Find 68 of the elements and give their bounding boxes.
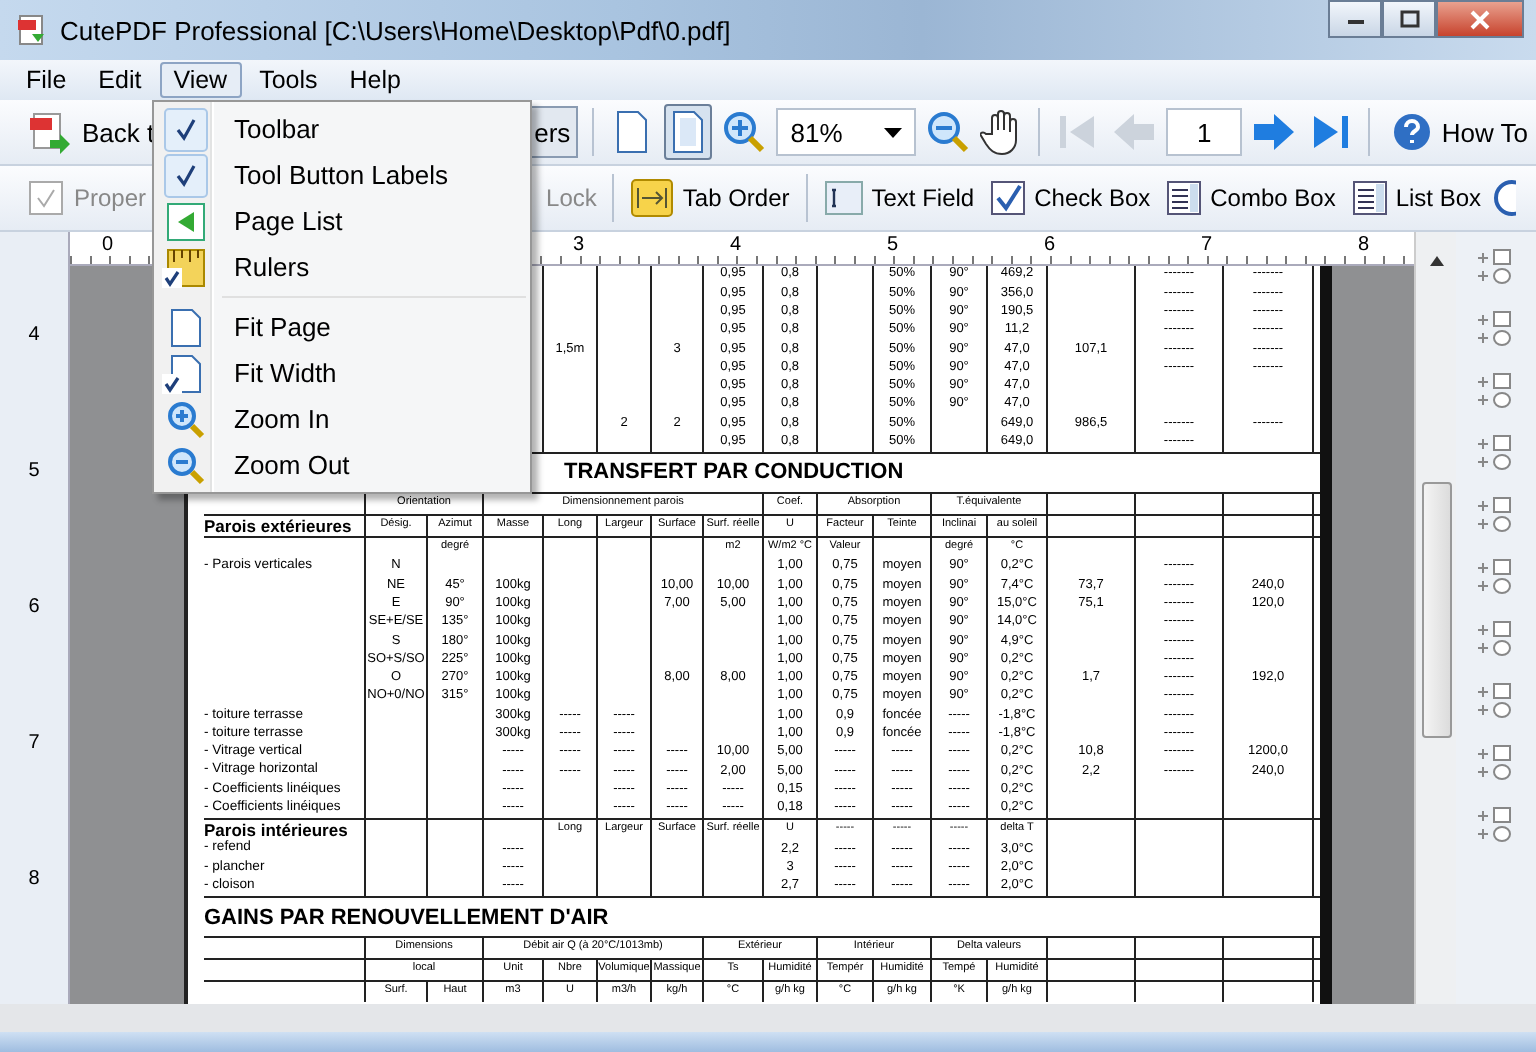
ruler-number: 8 bbox=[28, 868, 40, 895]
page-icon bbox=[614, 110, 651, 154]
menu-item[interactable]: Edit bbox=[84, 62, 156, 98]
menu-item[interactable]: File bbox=[12, 62, 81, 98]
check-box-tool-button[interactable]: Check Box bbox=[984, 174, 1157, 222]
minimize-button[interactable] bbox=[1328, 0, 1382, 38]
tab-order-icon bbox=[630, 176, 675, 220]
checkbox-icon bbox=[26, 178, 66, 218]
ruler-number: 0 bbox=[102, 234, 114, 256]
page-icon bbox=[670, 110, 707, 154]
page-icon bbox=[170, 307, 202, 347]
continuous-page-button[interactable] bbox=[664, 104, 713, 160]
next-page-button[interactable] bbox=[1249, 110, 1298, 154]
section-heading: GAINS PAR RENOUVELLEMENT D'AIR bbox=[204, 905, 609, 930]
zoom-out-icon bbox=[166, 445, 206, 485]
pdf-document-icon bbox=[16, 14, 48, 46]
radio-button-icon[interactable] bbox=[1491, 178, 1516, 218]
scrollbar-thumb[interactable] bbox=[1421, 482, 1451, 738]
vertical-scrollbar[interactable] bbox=[1414, 232, 1456, 1004]
page-number-field[interactable]: 1 bbox=[1166, 108, 1242, 156]
ruler-number: 6 bbox=[28, 596, 40, 623]
checkbox-icon bbox=[990, 180, 1027, 216]
zoom-in-icon[interactable] bbox=[720, 108, 769, 156]
menu-item[interactable]: Fit Width bbox=[158, 350, 526, 396]
menu-item[interactable]: Zoom Out bbox=[158, 442, 526, 488]
column-header: Parois extérieures bbox=[204, 517, 352, 535]
zoom-in-icon bbox=[166, 399, 206, 439]
ruler-number: 3 bbox=[573, 234, 585, 256]
maximize-icon bbox=[1399, 10, 1419, 28]
ruler-number: 7 bbox=[1201, 234, 1213, 256]
ruler-number: 7 bbox=[28, 732, 40, 759]
pdf-arrow-icon bbox=[28, 110, 72, 154]
zoom-dropdown[interactable]: 81% bbox=[776, 108, 917, 156]
caret-icon bbox=[884, 127, 903, 137]
menu-item[interactable]: Tool Button Labels bbox=[158, 152, 526, 198]
ruler-number: 4 bbox=[28, 324, 40, 351]
zoom-out-icon[interactable] bbox=[924, 108, 973, 156]
help-icon bbox=[1391, 112, 1432, 152]
menu-item[interactable]: Fit Page bbox=[158, 304, 526, 350]
menu-item[interactable]: Toolbar bbox=[158, 106, 526, 152]
section-heading: TRANSFERT PAR CONDUCTION bbox=[564, 460, 904, 485]
ruler-number: 4 bbox=[730, 234, 742, 256]
menu-item[interactable]: Page List bbox=[158, 198, 526, 244]
tab-order-tool-button[interactable]: Tab Order bbox=[624, 170, 796, 226]
ruler-number: 5 bbox=[28, 460, 40, 487]
how-to-button[interactable]: How To bbox=[1383, 106, 1536, 158]
text-field-icon bbox=[823, 180, 864, 216]
ruler-number: 8 bbox=[1358, 234, 1370, 256]
window-title: CutePDF Professional [C:\Users\Home\Desktop\Pdf\0.pdf] bbox=[60, 15, 731, 45]
ruler-number: 6 bbox=[1044, 234, 1056, 256]
close-icon bbox=[1468, 9, 1492, 29]
menu-item[interactable]: Help bbox=[335, 62, 415, 98]
maximize-button[interactable] bbox=[1382, 0, 1436, 38]
list-icon bbox=[1351, 180, 1388, 216]
ruler-number: 5 bbox=[887, 234, 899, 256]
menu-item[interactable]: Rulers bbox=[158, 244, 526, 290]
menu-item[interactable]: Tools bbox=[245, 62, 332, 98]
horizontal-scrollbar[interactable] bbox=[0, 1004, 1536, 1032]
text-field-tool-button[interactable]: Text Field bbox=[817, 174, 981, 222]
menu-item[interactable]: View bbox=[159, 62, 242, 98]
column-header: Parois intérieures bbox=[204, 821, 348, 839]
menu-item[interactable]: Zoom In bbox=[158, 396, 526, 442]
list-icon bbox=[1166, 180, 1203, 216]
scroll-up-icon[interactable] bbox=[1429, 256, 1443, 266]
combo-box-tool-button[interactable]: Combo Box bbox=[1160, 174, 1342, 222]
list-box-tool-button[interactable]: List Box bbox=[1345, 174, 1488, 222]
page-list-icon bbox=[166, 201, 206, 241]
close-button[interactable] bbox=[1436, 0, 1524, 38]
